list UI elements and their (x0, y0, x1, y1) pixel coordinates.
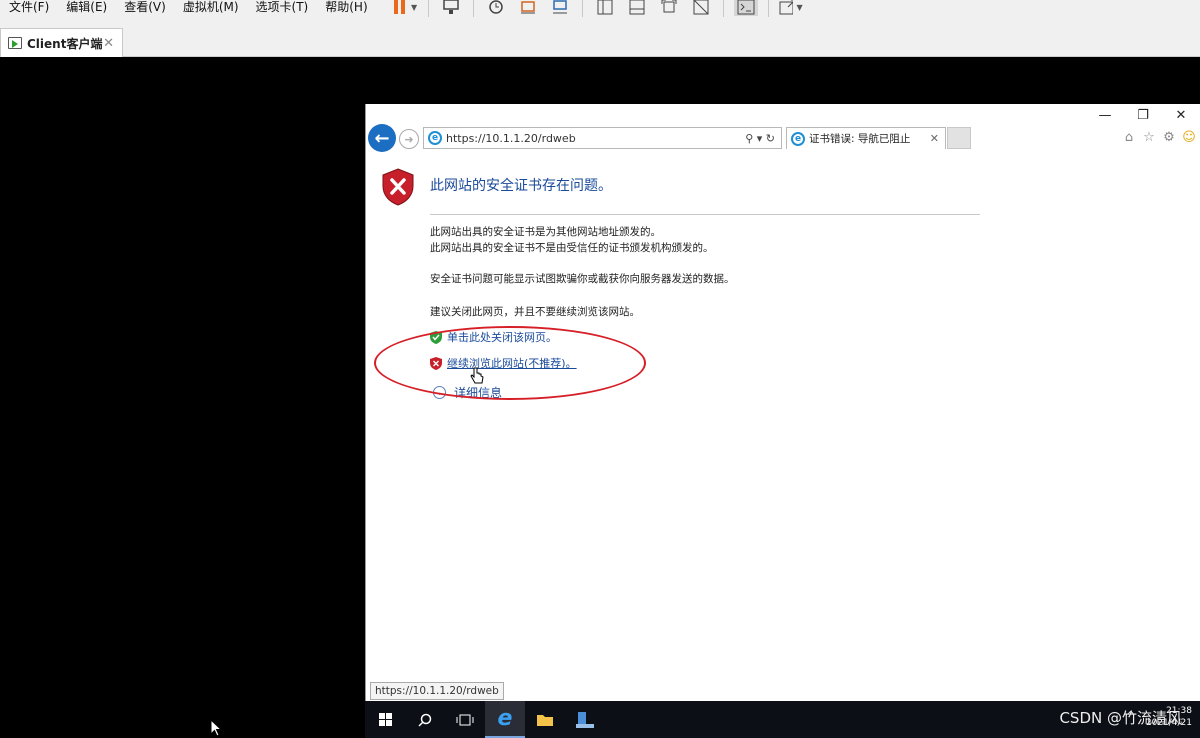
send-ctrl-alt-del-button[interactable] (439, 0, 463, 16)
ie-tools: ⌂ ☆ ⚙ ☺ (1119, 130, 1199, 145)
error-shield-icon (382, 168, 414, 206)
chevron-down-icon: ▼ (411, 2, 418, 12)
star-icon[interactable]: ☆ (1139, 130, 1159, 145)
back-button[interactable]: ← (368, 124, 396, 152)
address-url: https://10.1.1.20/rdweb (446, 131, 576, 145)
layout-icon (597, 0, 613, 15)
cert-message-4: 建议关闭此网页，并且不要继续浏览该网站。 (430, 306, 640, 318)
arrow-left-icon: ← (374, 127, 390, 149)
search-button[interactable] (405, 701, 445, 738)
cert-message-3: 安全证书问题可能显示试图欺骗你或截获你向服务器发送的数据。 (430, 273, 735, 285)
cert-message-2: 此网站出具的安全证书不是由受信任的证书颁发机构颁发的。 (430, 242, 714, 254)
new-tab-button[interactable] (947, 127, 971, 149)
toolbar: ▼ ▼ (390, 0, 807, 17)
highlight-annotation (374, 326, 646, 400)
mouse-cursor-icon (210, 719, 222, 737)
server-manager-icon (576, 711, 594, 728)
menu-view[interactable]: 查看(V) (115, 0, 174, 15)
menu-vm[interactable]: 虚拟机(M) (174, 0, 247, 15)
close-icon[interactable]: ✕ (930, 132, 939, 145)
ie-navbar: ← ➜ e https://10.1.1.20/rdweb ⚲ ▾ ↻ e 证书… (366, 122, 1200, 154)
unity-icon (693, 0, 709, 15)
task-view-button[interactable] (445, 701, 485, 738)
stretch-button[interactable]: ▼ (779, 0, 803, 16)
task-view-icon (456, 714, 474, 725)
snapshot-manager-button[interactable] (548, 0, 572, 16)
vm-icon (8, 37, 22, 49)
ie-tab-title: 证书错误: 导航已阻止 (809, 133, 911, 145)
watermark: CSDN @竹流清风 (1059, 709, 1182, 727)
search-refresh-icons[interactable]: ⚲ ▾ ↻ (745, 132, 775, 145)
cert-message-1: 此网站出具的安全证书是为其他网站地址颁发的。 (430, 226, 661, 238)
menu: 文件(F) 编辑(E) 查看(V) 虚拟机(M) 选项卡(T) 帮助(H) (0, 0, 376, 15)
monitor-icon (442, 0, 459, 14)
fullscreen-icon (661, 0, 677, 13)
ie-tab[interactable]: e 证书错误: 导航已阻止 ✕ (786, 127, 946, 149)
guest-desktop: — ❐ ✕ ← ➜ e https://10.1.1.20/rdweb ⚲ ▾ … (0, 57, 1200, 738)
menu-file[interactable]: 文件(F) (0, 0, 57, 15)
unity-button[interactable] (689, 0, 713, 16)
menu-tabs[interactable]: 选项卡(T) (247, 0, 317, 15)
close-icon[interactable]: ✕ (103, 36, 114, 51)
view-button-2[interactable] (625, 0, 649, 16)
pause-icon (394, 0, 399, 14)
view-button-1[interactable] (593, 0, 617, 16)
toolbar-separator (427, 0, 429, 17)
start-button[interactable] (365, 701, 405, 738)
snapshot-button[interactable] (484, 0, 508, 16)
windows-icon (378, 713, 392, 726)
taskbar-explorer[interactable] (525, 701, 565, 738)
taskbar-server-manager[interactable] (565, 701, 605, 738)
home-icon[interactable]: ⌂ (1119, 130, 1139, 145)
page-title: 此网站的安全证书存在问题。 (430, 178, 612, 194)
revert-icon (520, 1, 535, 14)
address-bar[interactable]: e https://10.1.1.20/rdweb ⚲ ▾ ↻ (423, 127, 782, 149)
ie-icon: e (791, 131, 805, 146)
arrow-right-icon: ➜ (404, 132, 414, 146)
menu-edit[interactable]: 编辑(E) (57, 0, 115, 15)
divider (430, 214, 980, 215)
status-bar-url: https://10.1.1.20/rdweb (370, 682, 504, 700)
search-icon (418, 713, 432, 727)
fullscreen-button[interactable] (657, 0, 681, 16)
ie-icon: e (428, 131, 442, 145)
ie-window: — ❐ ✕ ← ➜ e https://10.1.1.20/rdweb ⚲ ▾ … (365, 104, 1200, 712)
vm-tab-strip: Client客户端 ✕ (0, 22, 1200, 57)
ie-icon: e (497, 706, 513, 731)
console-icon (737, 0, 755, 15)
layout-icon (629, 0, 645, 15)
smiley-icon[interactable]: ☺ (1179, 130, 1199, 145)
hand-cursor-icon (470, 367, 484, 384)
snapshot-icon (488, 0, 503, 14)
snapshot-manager-icon (552, 0, 567, 14)
console-button[interactable] (733, 0, 758, 16)
chevron-down-icon: ▼ (796, 2, 803, 12)
vmware-menubar: 文件(F) 编辑(E) 查看(V) 虚拟机(M) 选项卡(T) 帮助(H) ▼ (0, 0, 1200, 22)
vm-tab-client[interactable]: Client客户端 ✕ (0, 28, 123, 57)
menu-help[interactable]: 帮助(H) (316, 0, 375, 15)
forward-button[interactable]: ➜ (399, 129, 419, 149)
taskbar-ie[interactable]: e (485, 701, 525, 738)
revert-snapshot-button[interactable] (516, 0, 540, 16)
folder-icon (537, 714, 553, 726)
pause-button[interactable]: ▼ (394, 0, 418, 16)
stretch-icon (779, 0, 794, 15)
gear-icon[interactable]: ⚙ (1159, 130, 1179, 145)
vm-tab-label: Client客户端 (27, 36, 103, 51)
